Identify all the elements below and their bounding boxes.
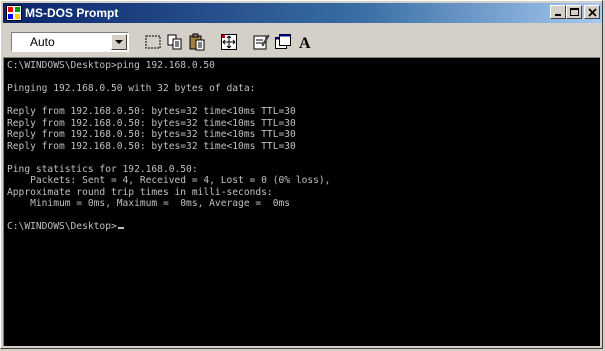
close-button[interactable]	[584, 5, 600, 19]
font-size-dropdown-button[interactable]	[111, 34, 127, 50]
properties-button[interactable]	[251, 32, 271, 52]
copy-icon	[167, 34, 182, 50]
minimize-icon	[555, 14, 561, 16]
font-size-select[interactable]: Auto	[11, 32, 129, 52]
font-button[interactable]: A	[295, 32, 315, 52]
maximize-button[interactable]	[566, 5, 582, 19]
font-size-value: Auto	[30, 35, 55, 49]
mark-button[interactable]	[143, 32, 163, 52]
console-line: Reply from 192.168.0.50: bytes=32 time<1…	[7, 140, 296, 152]
console-line: Reply from 192.168.0.50: bytes=32 time<1…	[7, 117, 296, 129]
toolbar: Auto A	[3, 25, 602, 57]
console-output[interactable]: C:\WINDOWS\Desktop>ping 192.168.0.50 Pin…	[3, 57, 600, 346]
console-line: Reply from 192.168.0.50: bytes=32 time<1…	[7, 106, 296, 117]
console-line: Packets: Sent = 4, Received = 4, Lost = …	[7, 175, 331, 186]
console-line: C:\WINDOWS\Desktop>ping 192.168.0.50	[7, 60, 215, 71]
console-line: Pinging 192.168.0.50 with 32 bytes of da…	[7, 83, 256, 94]
mark-icon	[145, 35, 161, 49]
window-title: MS-DOS Prompt	[25, 6, 119, 20]
console-line: Approximate round trip times in milli-se…	[7, 186, 273, 198]
console-line: C:\WINDOWS\Desktop>	[7, 221, 117, 232]
minimize-button[interactable]	[550, 5, 566, 19]
console-line: Minimum = 0ms, Maximum = 0ms, Average = …	[7, 198, 291, 209]
svg-text:A: A	[299, 35, 311, 51]
properties-icon	[253, 34, 270, 50]
console-line: Ping statistics for 192.168.0.50:	[7, 163, 198, 175]
full-screen-icon	[221, 34, 237, 50]
close-icon	[588, 8, 597, 17]
full-screen-button[interactable]	[219, 32, 239, 52]
text-cursor	[117, 227, 124, 229]
background-icon	[275, 34, 291, 49]
maximize-icon	[570, 8, 579, 16]
msdos-window: MS-DOS Prompt Auto A C:\WINDOWS\Desktop>…	[0, 0, 603, 349]
title-bar[interactable]: MS-DOS Prompt	[3, 3, 602, 23]
copy-button[interactable]	[165, 32, 185, 52]
chevron-down-icon	[115, 40, 123, 44]
msdos-icon[interactable]	[6, 5, 22, 21]
background-button[interactable]	[273, 32, 293, 52]
paste-icon	[189, 33, 205, 51]
console-line: Reply from 192.168.0.50: bytes=32 time<1…	[7, 129, 296, 140]
console-text: C:\WINDOWS\Desktop>ping 192.168.0.50 Pin…	[4, 58, 600, 233]
font-icon: A	[299, 35, 311, 51]
paste-button[interactable]	[187, 32, 207, 52]
window-controls	[550, 5, 600, 21]
